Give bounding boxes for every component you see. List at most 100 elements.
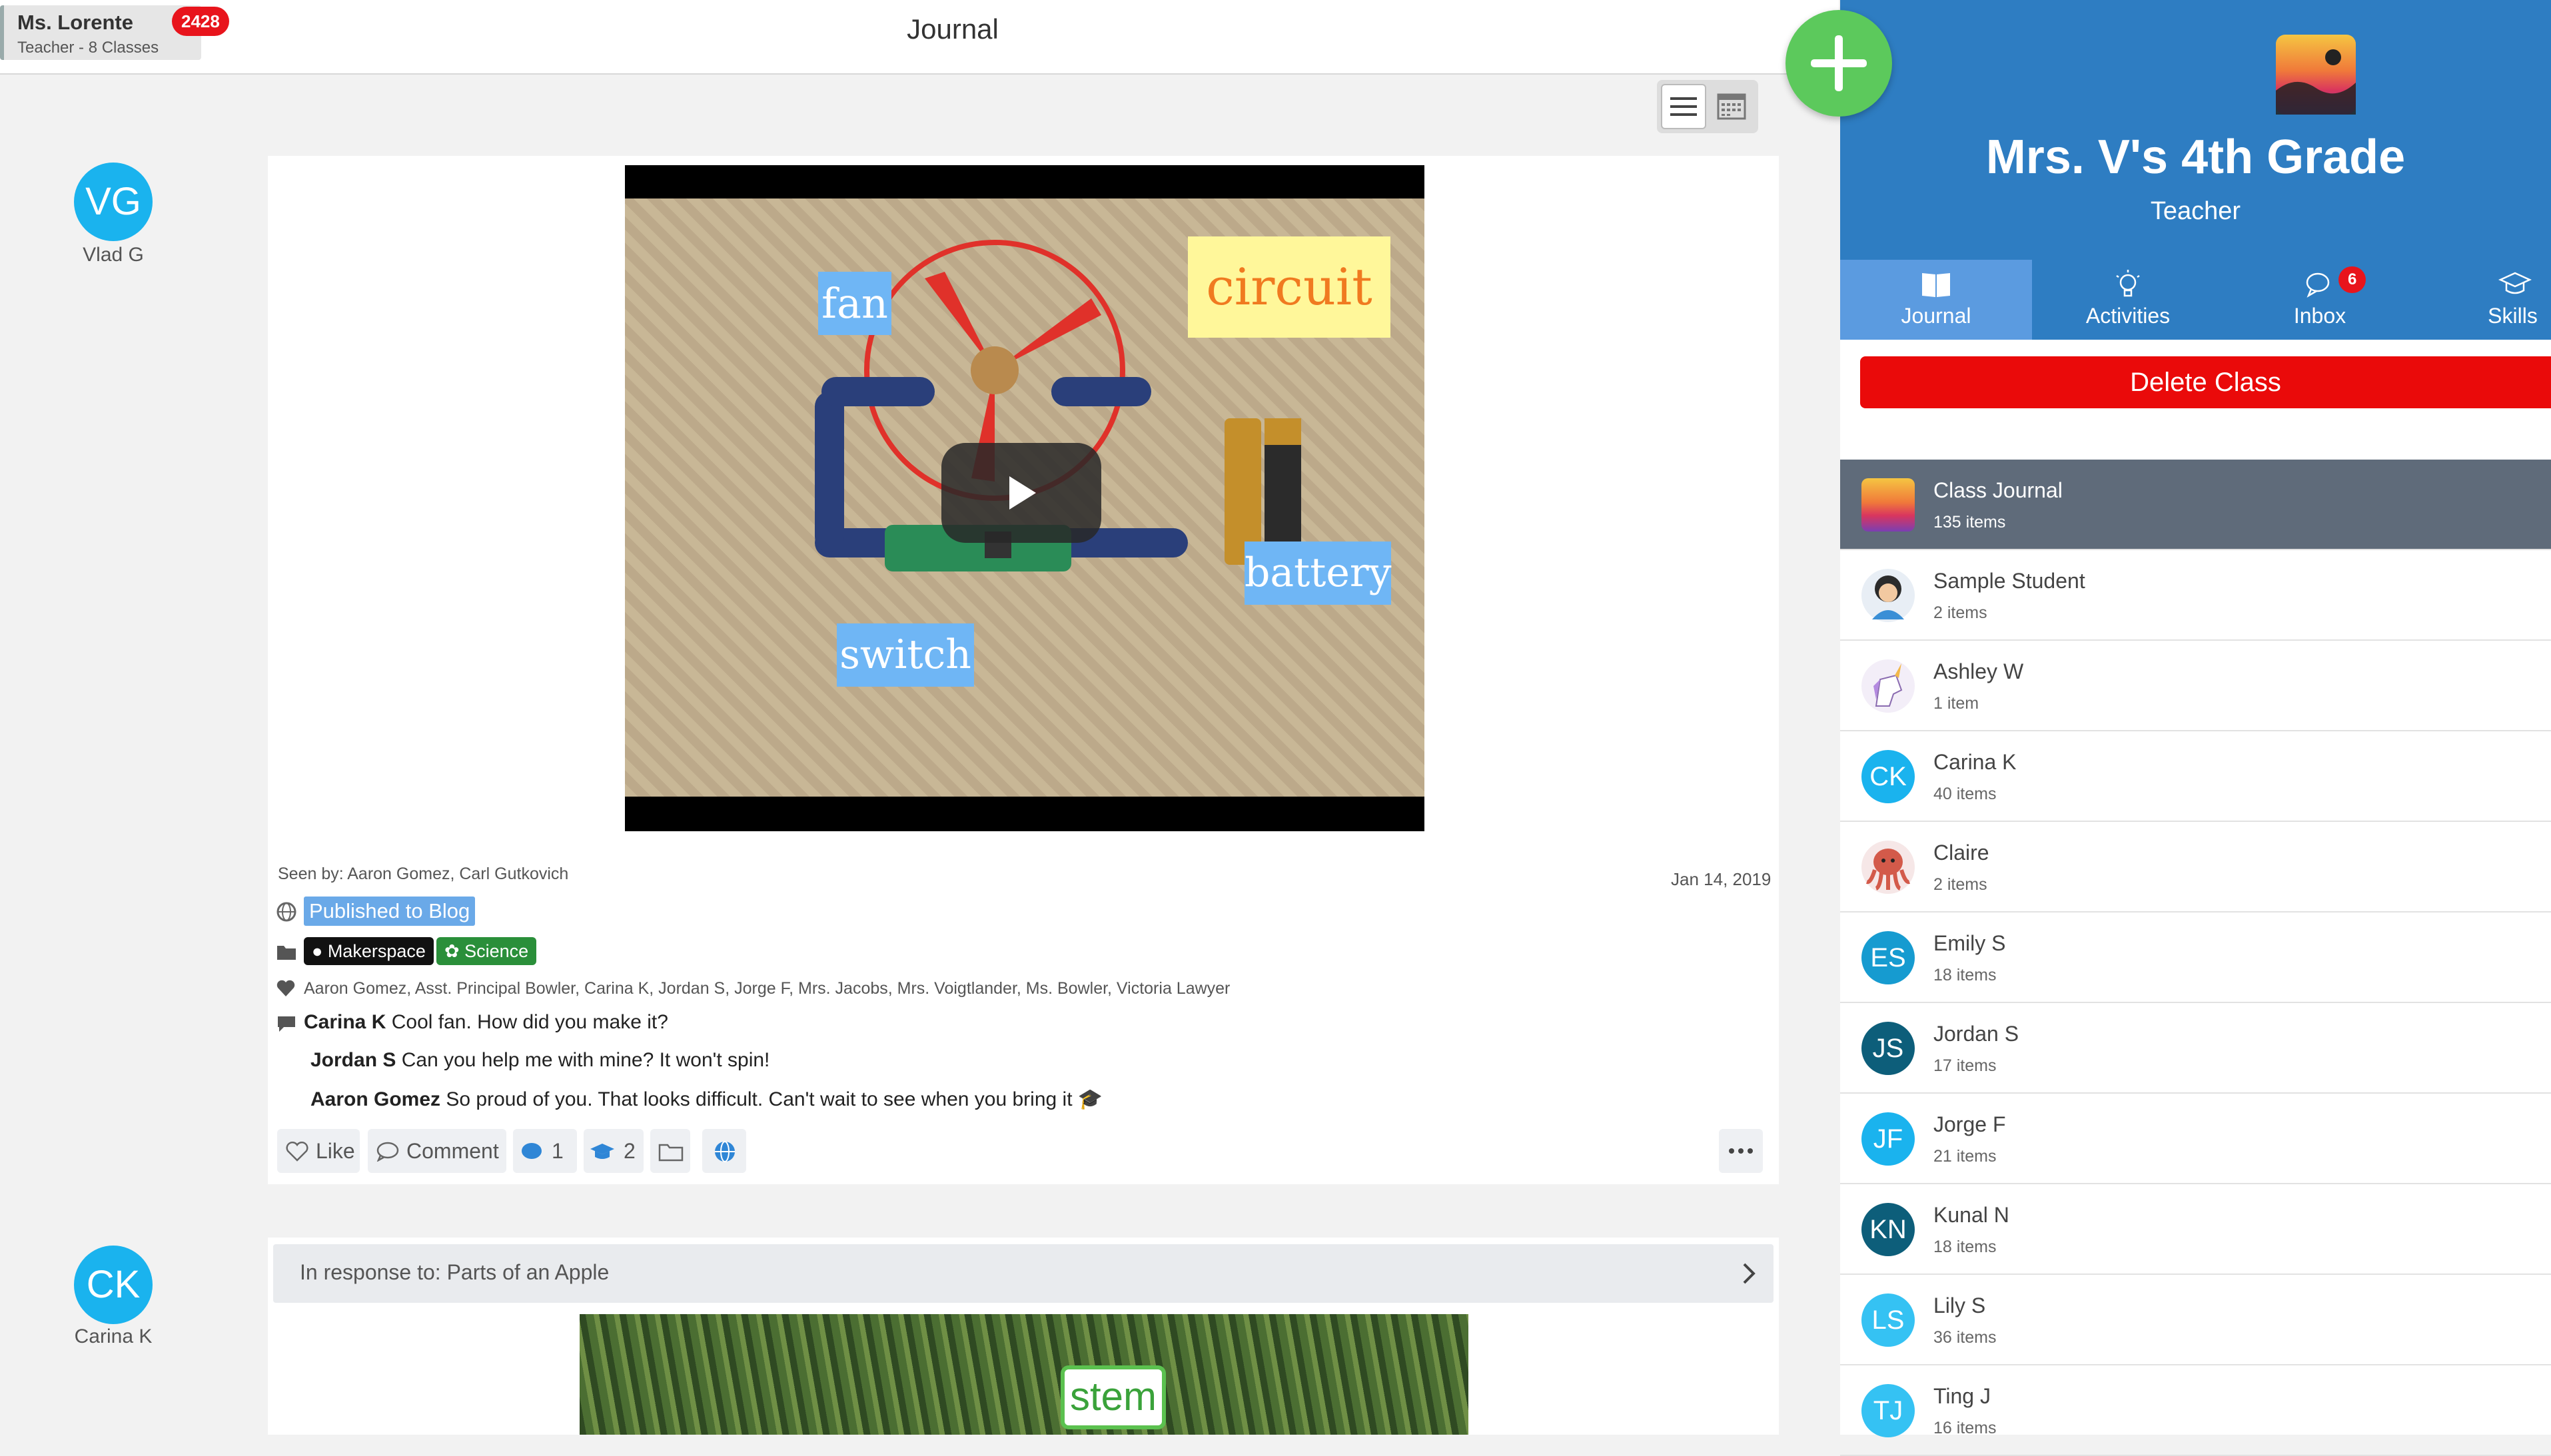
tab-label: Inbox bbox=[2293, 304, 2346, 328]
notification-badge[interactable]: 2428 bbox=[172, 7, 229, 36]
video-label-switch: switch bbox=[837, 623, 974, 687]
list-item-student[interactable]: ES Emily S 18 items bbox=[1840, 912, 2551, 1003]
comment-item: Carina K Cool fan. How did you make it? bbox=[304, 1011, 668, 1034]
list-item-class-journal[interactable]: Class Journal 135 items bbox=[1840, 460, 2551, 550]
play-button[interactable] bbox=[941, 443, 1101, 543]
list-item-name: Emily S bbox=[1933, 931, 2006, 955]
video-label-battery: battery bbox=[1245, 542, 1392, 605]
book-icon bbox=[1922, 273, 1950, 297]
list-item-student[interactable]: TJ Ting J 16 items bbox=[1840, 1365, 2551, 1456]
response-to-text: In response to: Parts of an Apple bbox=[300, 1260, 610, 1284]
like-label: Like bbox=[316, 1139, 355, 1163]
octopus-avatar-icon bbox=[1861, 841, 1915, 894]
tab-label: Journal bbox=[1901, 304, 1971, 328]
graduation-cap-icon bbox=[590, 1144, 614, 1159]
comment-author[interactable]: Jordan S bbox=[310, 1049, 396, 1071]
comment-button[interactable]: Comment bbox=[368, 1129, 506, 1173]
list-item-name: Class Journal bbox=[1933, 478, 2063, 502]
list-item-count: 36 items bbox=[1933, 1328, 1997, 1347]
list-item-name: Claire bbox=[1933, 841, 1989, 865]
student-initials-avatar: TJ bbox=[1861, 1384, 1915, 1437]
liked-by-list: Aaron Gomez, Asst. Principal Bowler, Car… bbox=[304, 979, 1231, 998]
user-account-chip[interactable]: Ms. Lorente Teacher - 8 Classes 2428 bbox=[0, 5, 229, 60]
add-to-folder-button[interactable] bbox=[650, 1129, 690, 1173]
list-item-student[interactable]: CK Carina K 40 items bbox=[1840, 731, 2551, 822]
list-item-student[interactable]: Sample Student 2 items bbox=[1840, 550, 2551, 641]
tab-inbox[interactable]: Inbox bbox=[2224, 260, 2416, 340]
video-label-fan: fan bbox=[818, 272, 891, 335]
post-author-avatar[interactable]: CK bbox=[74, 1246, 153, 1324]
comment-text: So proud of you. That looks difficult. C… bbox=[446, 1088, 1073, 1110]
publish-to-blog-button[interactable] bbox=[702, 1129, 746, 1173]
add-post-button[interactable] bbox=[1786, 10, 1892, 117]
heart-outline-icon bbox=[286, 1142, 308, 1162]
post-video[interactable]: fan circuit battery switch bbox=[625, 165, 1424, 831]
comment-count-button[interactable]: 1 bbox=[513, 1129, 577, 1173]
calendar-icon bbox=[1717, 93, 1746, 120]
post-author-avatar[interactable]: VG bbox=[74, 163, 153, 241]
video-label-circuit: circuit bbox=[1188, 236, 1390, 338]
delete-class-button[interactable]: Delete Class bbox=[1860, 356, 2551, 408]
globe-icon bbox=[276, 902, 296, 922]
list-item-student[interactable]: JF Jorge F 21 items bbox=[1840, 1094, 2551, 1184]
folder-icon bbox=[277, 946, 296, 960]
student-initials-avatar: JS bbox=[1861, 1022, 1915, 1075]
more-options-button[interactable] bbox=[1719, 1129, 1763, 1173]
user-subtitle: Teacher - 8 Classes bbox=[17, 39, 159, 57]
list-item-name: Jorge F bbox=[1933, 1112, 2006, 1136]
ellipsis-icon bbox=[1729, 1148, 1753, 1154]
list-item-count: 2 items bbox=[1933, 875, 1987, 894]
comment-reply: Aaron Gomez So proud of you. That looks … bbox=[310, 1088, 1103, 1111]
inbox-badge: 6 bbox=[2338, 266, 2366, 293]
folder-tag-label: Science bbox=[464, 941, 529, 961]
post-image[interactable] bbox=[580, 1314, 1468, 1435]
folder-tag-science[interactable]: ✿ Science bbox=[436, 937, 537, 965]
folder-tag-makerspace[interactable]: ● Makerspace bbox=[304, 937, 434, 965]
comment-reply: Jordan S Can you help me with mine? It w… bbox=[310, 1049, 769, 1072]
leaf-icon: ✿ bbox=[444, 941, 465, 961]
list-item-name: Carina K bbox=[1933, 750, 2017, 774]
lightbulb-icon bbox=[2116, 270, 2140, 297]
tab-journal[interactable]: Journal bbox=[1840, 260, 2032, 340]
class-sunset-icon bbox=[1861, 478, 1915, 532]
list-item-count: 18 items bbox=[1933, 1238, 1997, 1256]
tab-skills[interactable]: Skills bbox=[2416, 260, 2551, 340]
plus-icon bbox=[1811, 35, 1867, 91]
response-link[interactable]: In response to: Parts of an Apple bbox=[273, 1244, 1774, 1303]
calendar-view-button[interactable] bbox=[1709, 84, 1754, 129]
list-item-count: 40 items bbox=[1933, 785, 1997, 803]
tab-activities[interactable]: Activities bbox=[2032, 260, 2224, 340]
list-item-name: Ashley W bbox=[1933, 659, 2024, 683]
play-icon bbox=[1009, 476, 1036, 510]
student-initials-avatar: LS bbox=[1861, 1293, 1915, 1347]
published-to-blog-tag[interactable]: Published to Blog bbox=[304, 897, 476, 926]
post-author-name: Vlad G bbox=[83, 244, 144, 266]
comment-author[interactable]: Aaron Gomez bbox=[310, 1088, 440, 1110]
comment-label: Comment bbox=[406, 1139, 499, 1163]
view-toggle bbox=[1657, 80, 1758, 133]
list-item-count: 135 items bbox=[1933, 513, 2006, 532]
post-date: Jan 14, 2019 bbox=[1671, 869, 1772, 889]
skills-count: 2 bbox=[624, 1139, 636, 1163]
list-item-student[interactable]: KN Kunal N 18 items bbox=[1840, 1184, 2551, 1275]
speech-bubble-icon bbox=[376, 1142, 399, 1162]
comment-text: Cool fan. How did you make it? bbox=[391, 1011, 668, 1033]
list-item-count: 21 items bbox=[1933, 1147, 1997, 1166]
seen-by-text: Seen by: Aaron Gomez, Carl Gutkovich bbox=[278, 865, 569, 883]
chevron-right-icon bbox=[1743, 1263, 1756, 1284]
list-view-button[interactable] bbox=[1661, 84, 1706, 129]
list-item-student[interactable]: Claire 2 items bbox=[1840, 822, 2551, 912]
comment-author[interactable]: Carina K bbox=[304, 1011, 386, 1033]
list-item-name: Kunal N bbox=[1933, 1203, 2009, 1227]
skills-count-button[interactable]: 2 bbox=[584, 1129, 644, 1173]
list-item-student[interactable]: JS Jordan S 17 items bbox=[1840, 1003, 2551, 1094]
list-item-student[interactable]: LS Lily S 36 items bbox=[1840, 1275, 2551, 1365]
student-initials-avatar: ES bbox=[1861, 931, 1915, 984]
heart-icon bbox=[276, 980, 295, 996]
like-button[interactable]: Like bbox=[277, 1129, 360, 1173]
list-item-student[interactable]: Ashley W 1 item bbox=[1840, 641, 2551, 731]
tab-label: Activities bbox=[2085, 304, 2171, 328]
list-item-count: 2 items bbox=[1933, 603, 1987, 622]
folder-tag-label: Makerspace bbox=[327, 941, 426, 961]
class-title: Mrs. V's 4th Grade bbox=[1985, 131, 2406, 184]
